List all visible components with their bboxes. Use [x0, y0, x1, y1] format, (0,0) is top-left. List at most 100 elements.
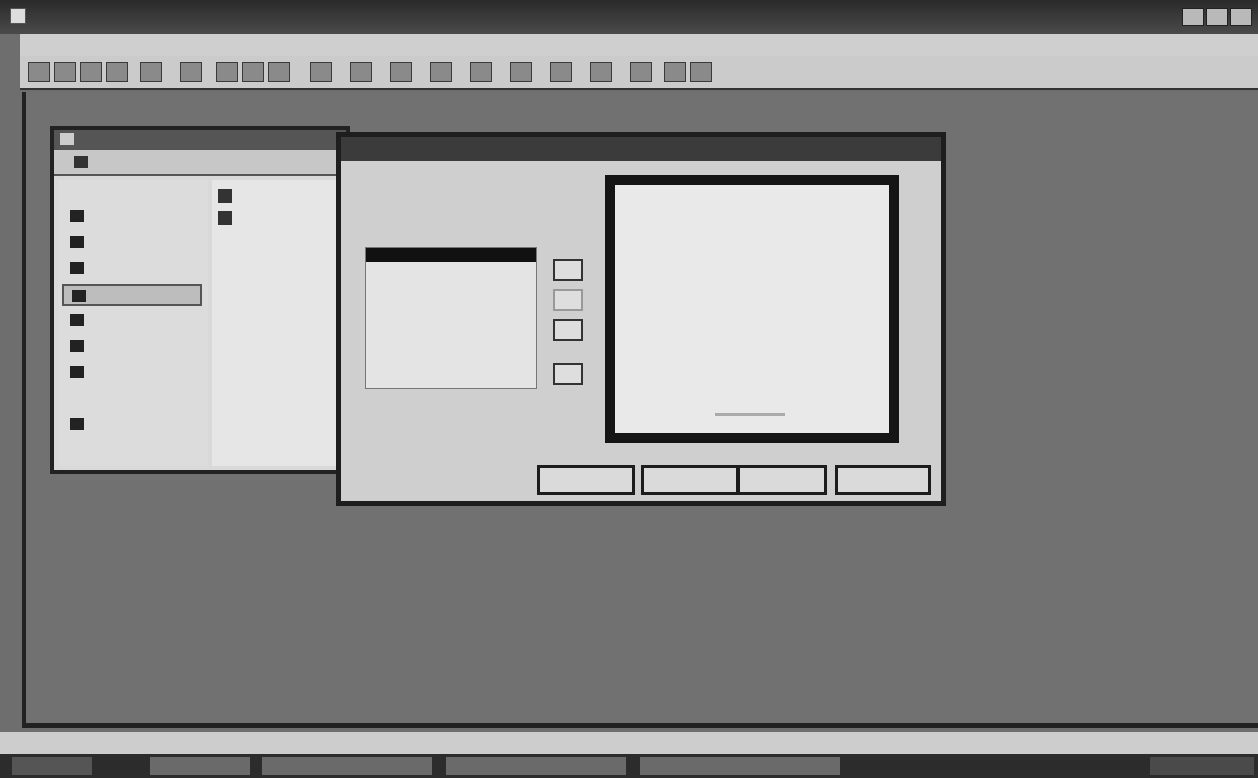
menu-item[interactable] — [286, 37, 326, 53]
workspace-label-right — [896, 100, 936, 114]
taskbar-item[interactable] — [150, 757, 250, 775]
file-icon — [218, 211, 232, 225]
toolbar — [20, 56, 1258, 90]
nav-icon — [70, 314, 84, 326]
file-icon — [218, 189, 232, 203]
remove-button[interactable] — [553, 363, 583, 385]
menu-item[interactable] — [174, 37, 224, 53]
title-bar — [0, 0, 1258, 34]
nav-item[interactable] — [62, 362, 202, 384]
file-item[interactable] — [216, 186, 342, 206]
chart-icon[interactable] — [390, 62, 412, 82]
menu-item[interactable] — [332, 37, 382, 53]
side-label — [541, 343, 601, 357]
file-label — [238, 189, 338, 203]
help-search-box[interactable] — [1060, 37, 1210, 53]
maximize-button[interactable] — [1206, 8, 1228, 26]
save-icon[interactable] — [80, 62, 102, 82]
dialog-heading — [363, 177, 583, 191]
close-button[interactable] — [1230, 8, 1252, 26]
explorer-title — [80, 133, 320, 147]
paste-icon[interactable] — [268, 62, 290, 82]
move-up-button[interactable] — [553, 259, 583, 281]
dialog-button-4[interactable] — [835, 465, 931, 495]
cut-icon[interactable] — [216, 62, 238, 82]
nav-label — [96, 365, 196, 379]
nav-item-selected[interactable] — [62, 284, 202, 306]
nav-item[interactable] — [62, 232, 202, 254]
print-preview-icon[interactable] — [140, 62, 162, 82]
menu-item[interactable] — [230, 37, 280, 53]
menu-item[interactable] — [134, 37, 168, 53]
nav-item[interactable] — [62, 336, 202, 358]
list-item[interactable] — [372, 266, 522, 280]
nav-item[interactable] — [62, 206, 202, 228]
app-icon — [10, 8, 26, 24]
undo-icon[interactable] — [310, 62, 332, 82]
back-arrow-icon[interactable] — [74, 156, 88, 168]
nav-label — [98, 289, 198, 303]
redo-icon[interactable] — [350, 62, 372, 82]
list-item[interactable] — [372, 282, 522, 296]
nav-label — [96, 261, 196, 275]
nav-item[interactable] — [62, 182, 202, 204]
dialog-button-1[interactable] — [537, 465, 635, 495]
explorer-nav-pane — [58, 180, 208, 466]
drawing-icon[interactable] — [510, 62, 532, 82]
nav-label — [96, 235, 196, 249]
nav-item[interactable] — [62, 310, 202, 332]
copy-icon[interactable] — [242, 62, 264, 82]
help-link[interactable] — [363, 471, 493, 495]
file-label — [238, 211, 338, 225]
options-list[interactable] — [365, 247, 537, 389]
file-item[interactable] — [216, 208, 342, 228]
main-app-window — [0, 0, 1258, 778]
spelling-icon[interactable] — [180, 62, 202, 82]
taskbar-item[interactable] — [446, 757, 626, 775]
clock — [1190, 759, 1250, 773]
preview-scrollbar[interactable] — [715, 413, 785, 416]
table-icon[interactable] — [430, 62, 452, 82]
status-bar — [0, 732, 1258, 754]
list-item[interactable] — [372, 314, 522, 328]
preview-text — [621, 191, 891, 205]
taskbar-item[interactable] — [262, 757, 432, 775]
read-icon[interactable] — [690, 62, 712, 82]
nav-icon — [70, 236, 84, 248]
nav-icon — [70, 210, 84, 222]
nav-label — [96, 185, 196, 199]
explorer-title-bar — [54, 130, 346, 150]
menu-item[interactable] — [36, 37, 76, 53]
list-item[interactable] — [372, 298, 522, 312]
help-icon[interactable] — [664, 62, 686, 82]
minimize-button[interactable] — [1182, 8, 1204, 26]
nav-item[interactable] — [62, 414, 202, 436]
workspace-label-left — [416, 100, 476, 114]
start-button[interactable] — [12, 757, 92, 775]
nav-item[interactable] — [62, 258, 202, 280]
open-folder-icon[interactable] — [54, 62, 76, 82]
add-button[interactable] — [553, 289, 583, 311]
menu-bar — [20, 34, 1258, 56]
taskbar-item[interactable] — [640, 757, 840, 775]
document-map-icon[interactable] — [550, 62, 572, 82]
move-down-button[interactable] — [553, 319, 583, 341]
folder-icon — [60, 133, 74, 145]
list-selected-row[interactable] — [366, 248, 536, 262]
nav-item[interactable] — [62, 388, 202, 410]
nav-label — [96, 209, 196, 223]
columns-icon[interactable] — [470, 62, 492, 82]
explorer-address[interactable] — [162, 155, 342, 169]
paragraph-icon[interactable] — [590, 62, 612, 82]
menu-item[interactable] — [82, 37, 128, 53]
dialog-button-3[interactable] — [737, 465, 827, 495]
dialog-window — [336, 132, 946, 506]
explorer-address-bar — [54, 150, 346, 176]
print-icon[interactable] — [106, 62, 128, 82]
new-document-icon[interactable] — [28, 62, 50, 82]
dialog-button-2[interactable] — [641, 465, 739, 495]
nav-label — [96, 339, 196, 353]
zoom-icon[interactable] — [630, 62, 652, 82]
taskbar — [0, 754, 1258, 778]
system-tray — [1150, 757, 1254, 775]
